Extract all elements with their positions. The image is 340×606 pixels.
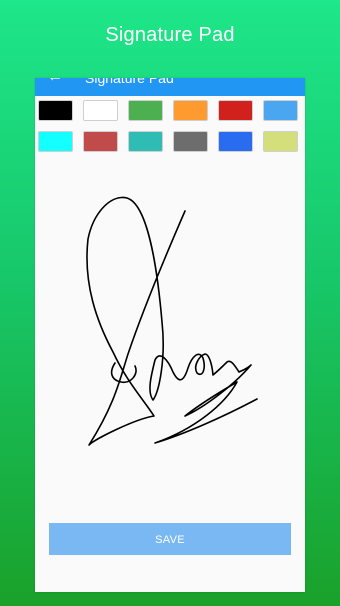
- color-swatch[interactable]: [263, 131, 298, 152]
- color-swatch[interactable]: [218, 131, 253, 152]
- save-button[interactable]: SAVE: [49, 523, 291, 555]
- color-swatch[interactable]: [38, 100, 73, 121]
- signature-stroke-main: [86, 196, 258, 446]
- color-swatch[interactable]: [83, 100, 118, 121]
- color-swatch[interactable]: [263, 100, 298, 121]
- phone-screen: ← Signature Pad SAVE: [35, 78, 305, 592]
- back-arrow-icon[interactable]: ←: [47, 78, 63, 85]
- color-swatch[interactable]: [128, 100, 163, 121]
- color-swatch[interactable]: [218, 100, 253, 121]
- color-swatch[interactable]: [173, 100, 208, 121]
- app-bar: ← Signature Pad: [35, 78, 305, 96]
- color-swatch[interactable]: [173, 131, 208, 152]
- signature-canvas[interactable]: [35, 154, 305, 514]
- promo-title: Signature Pad: [105, 24, 235, 46]
- app-bar-title: Signature Pad: [85, 78, 174, 86]
- color-swatch[interactable]: [83, 131, 118, 152]
- color-swatch[interactable]: [128, 131, 163, 152]
- color-swatch[interactable]: [38, 131, 73, 152]
